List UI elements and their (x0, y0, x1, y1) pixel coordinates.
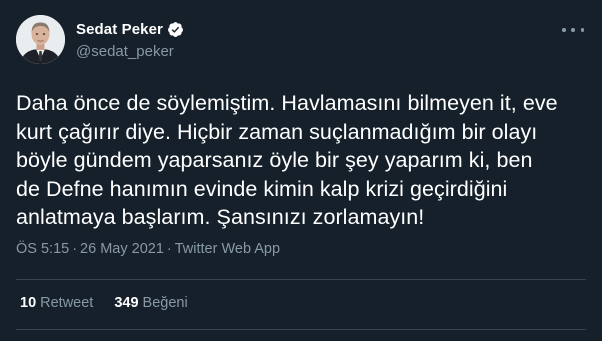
retweets-count: 10 (20, 295, 37, 311)
author-name-row[interactable]: Sedat Peker (76, 21, 184, 38)
tweet-card: Sedat Peker @sedat_peker Daha önce de sö… (0, 0, 602, 341)
tweet-text-line: de Defne hanımın evinde kimin kalp krizi… (16, 176, 508, 201)
tweet-stats: 10 Retweet 349 Beğeni (20, 295, 209, 311)
divider (16, 279, 586, 280)
author-handle[interactable]: @sedat_peker (76, 43, 174, 60)
tweet-text-line: böyle gündem yaparsanız öyle bir şey yap… (16, 148, 533, 173)
divider (16, 329, 586, 330)
meta-separator: · (166, 241, 172, 257)
likes-count: 349 (114, 295, 139, 311)
tweet-text: Daha önce de söylemiştim. Havlamasını bi… (16, 89, 576, 232)
retweets-stat[interactable]: 10 Retweet (20, 295, 93, 311)
tweet-time[interactable]: ÖS 5:15 (16, 241, 69, 257)
likes-stat[interactable]: 349 Beğeni (114, 295, 187, 311)
retweets-label: Retweet (40, 295, 94, 311)
tweet-date[interactable]: 26 May 2021 (80, 241, 164, 257)
tweet-text-line: Daha önce de söylemiştim. Havlamasını bi… (16, 91, 558, 115)
avatar-image (16, 15, 65, 64)
likes-label: Beğeni (142, 295, 188, 311)
avatar[interactable] (16, 15, 65, 64)
tweet-source-link[interactable]: Twitter Web App (175, 241, 280, 257)
tweet-text-line: kurt çağırır diye. Hiçbir zaman suçlanma… (16, 119, 538, 144)
tweet-text-line: anlatmaya başlarım. Şansınızı zorlamayın… (16, 205, 425, 230)
verified-badge-icon (167, 21, 184, 38)
tweet-metadata: ÖS 5:15 · 26 May 2021 · Twitter Web App (16, 241, 280, 257)
more-horizontal-icon[interactable] (562, 22, 584, 38)
meta-separator: · (72, 241, 78, 257)
author-display-name[interactable]: Sedat Peker (76, 21, 163, 38)
